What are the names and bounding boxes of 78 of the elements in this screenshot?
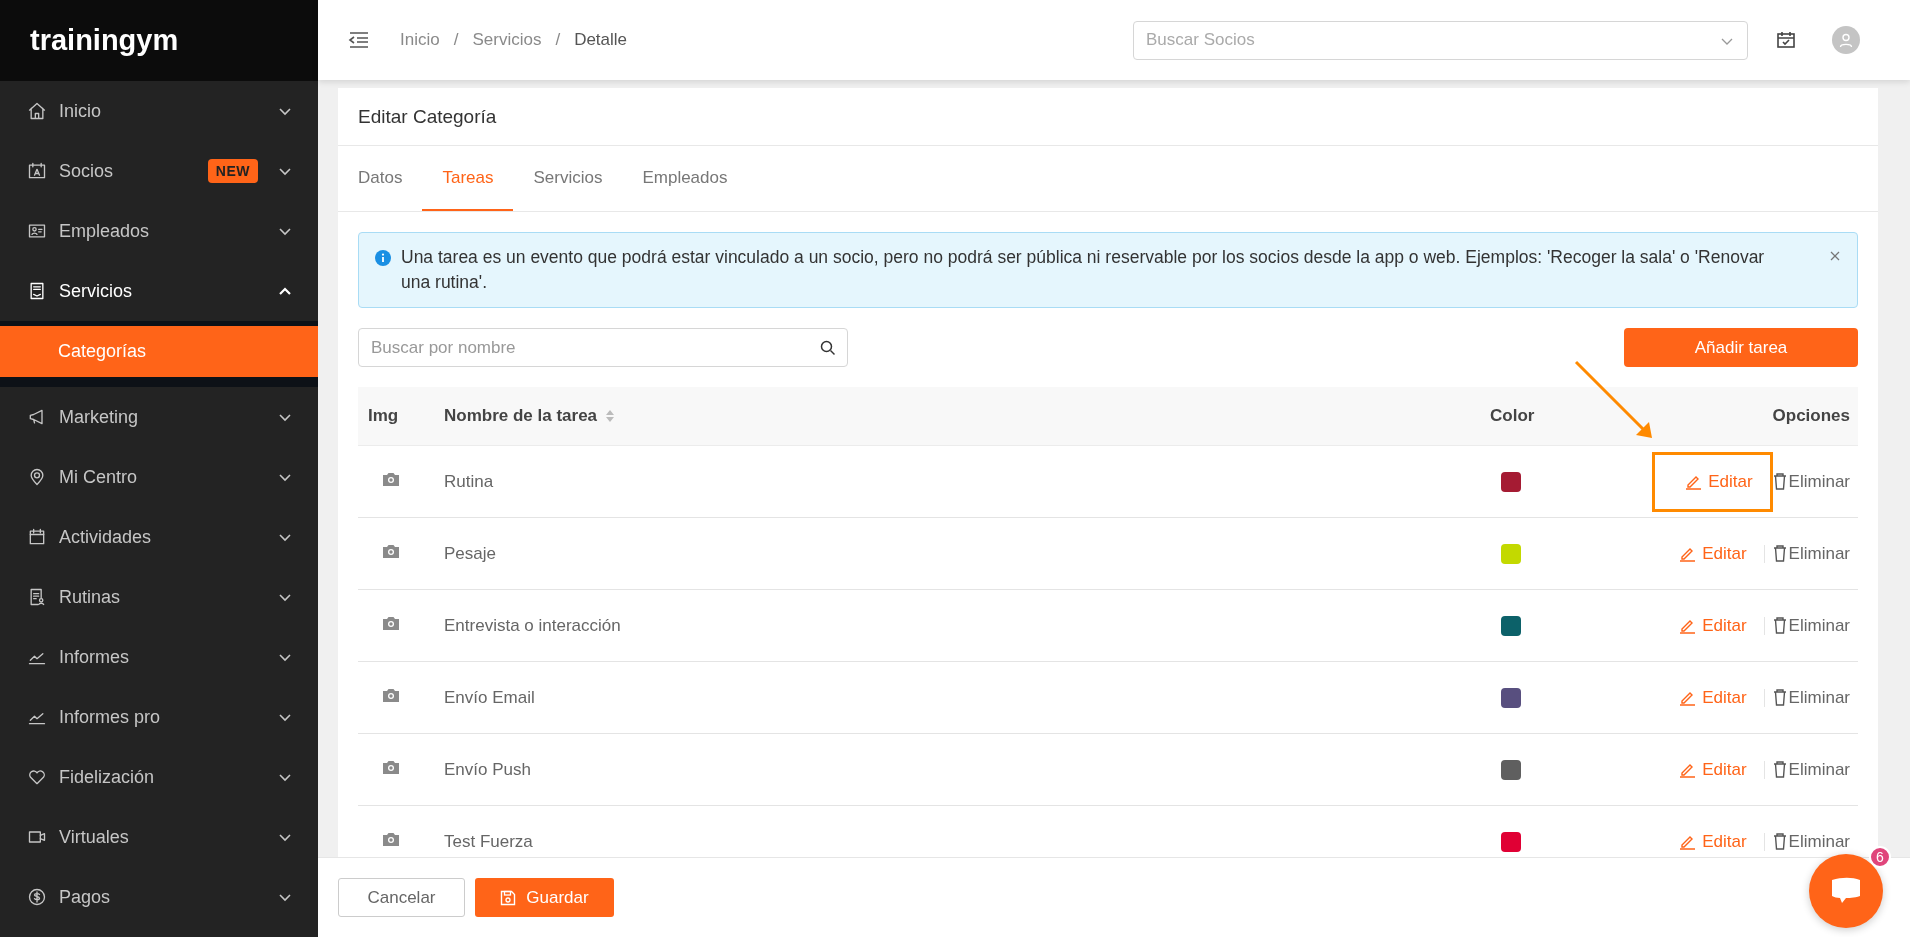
delete-link[interactable]: Eliminar: [1772, 615, 1850, 636]
name-search-field[interactable]: Buscar por nombre: [358, 328, 848, 367]
tab[interactable]: Servicios: [513, 146, 623, 211]
edit-link[interactable]: Editar: [1646, 667, 1767, 728]
close-icon[interactable]: [1829, 250, 1841, 262]
sidebar-item[interactable]: Actividades: [0, 507, 318, 567]
task-name: Envío Push: [444, 759, 531, 780]
sidebar-item[interactable]: Inicio: [0, 81, 318, 141]
edit-link[interactable]: Editar: [1646, 739, 1767, 800]
id-card-icon: [27, 161, 47, 181]
home-icon: [27, 101, 47, 121]
task-name: Entrevista o interacción: [444, 615, 621, 636]
camera-icon: [382, 759, 400, 775]
heart-icon: [27, 767, 47, 787]
column-header[interactable]: Nombre de la tarea: [444, 406, 616, 426]
sidebar-item[interactable]: Servicios: [0, 261, 318, 321]
column-header: Color: [1490, 406, 1535, 426]
tab[interactable]: Tareas: [422, 146, 514, 211]
search-icon: [820, 340, 836, 356]
breadcrumb-link[interactable]: Servicios: [472, 30, 542, 50]
tab[interactable]: Empleados: [622, 146, 748, 211]
delete-link[interactable]: Eliminar: [1772, 759, 1850, 780]
task-name: Test Fuerza: [444, 831, 533, 852]
sidebar-item[interactable]: Marketing: [0, 387, 318, 447]
task-name: Pesaje: [444, 543, 496, 564]
breadcrumb-separator: /: [453, 30, 459, 50]
breadcrumb-current: Detalle: [574, 30, 628, 50]
dollar-coin-icon: [27, 887, 47, 907]
camera-icon: [382, 471, 400, 487]
card-title: Editar Categoría: [338, 88, 1878, 146]
camera-icon: [382, 687, 400, 703]
sidebar-item[interactable]: Virtuales: [0, 807, 318, 867]
add-task-button[interactable]: Añadir tarea: [1624, 328, 1858, 367]
sidebar-item[interactable]: Socios NEW: [0, 141, 318, 201]
calendar-check-icon[interactable]: [1776, 30, 1796, 50]
delete-link[interactable]: Eliminar: [1772, 543, 1850, 564]
sidebar-subitem[interactable]: Categorías: [0, 326, 318, 377]
new-badge: NEW: [207, 159, 258, 183]
edit-link[interactable]: Editar: [1646, 523, 1767, 584]
trash-icon: [1772, 833, 1787, 850]
notification-badge: 6: [1869, 846, 1891, 868]
sidebar-item[interactable]: Empleados: [0, 201, 318, 261]
edit-link[interactable]: Editar: [1652, 451, 1773, 512]
task-name: Rutina: [444, 471, 494, 492]
trash-icon: [1772, 473, 1787, 490]
breadcrumb-link[interactable]: Inicio: [400, 30, 440, 50]
cancel-button[interactable]: Cancelar: [338, 878, 465, 917]
sidebar-item[interactable]: Fidelización: [0, 747, 318, 807]
trash-icon: [1772, 761, 1787, 778]
trash-icon: [1772, 545, 1787, 562]
trash-icon: [1772, 617, 1787, 634]
sidebar-item[interactable]: Rutinas: [0, 567, 318, 627]
trash-icon: [1772, 689, 1787, 706]
sidebar-item[interactable]: Informes: [0, 627, 318, 687]
column-header: Opciones: [1772, 406, 1850, 426]
calendar-icon: [27, 527, 47, 547]
task-name: Envío Email: [444, 687, 535, 708]
save-button[interactable]: Guardar: [475, 878, 614, 917]
sidebar-item[interactable]: Informes pro: [0, 687, 318, 747]
alert-message: Una tarea es un evento que podrá estar vinculado a un socio, pero no podrá ser pública ni reservable por los socios desde la app o web. Ejemplos: 'Recoger la sala' o 'Renovar una rutina'.: [401, 246, 1766, 294]
menu-collapse-icon[interactable]: [348, 29, 370, 51]
edit-link[interactable]: Editar: [1646, 595, 1767, 656]
camera-icon: [382, 831, 400, 847]
info-icon: [375, 250, 391, 266]
member-search-field[interactable]: Buscar Socios: [1133, 20, 1748, 60]
camera-icon: [382, 615, 400, 631]
breadcrumb-separator: /: [555, 30, 561, 50]
delete-link[interactable]: Eliminar: [1772, 687, 1850, 708]
sidebar-item[interactable]: Mi Centro: [0, 447, 318, 507]
delete-link[interactable]: Eliminar: [1772, 831, 1850, 852]
tab[interactable]: Datos: [338, 146, 423, 211]
sidebar-item[interactable]: Pagos: [0, 867, 318, 927]
edit-link[interactable]: Editar: [1646, 811, 1767, 857]
delete-link[interactable]: Eliminar: [1772, 471, 1850, 492]
logo: trainingym: [30, 24, 179, 57]
sort-icon: [605, 409, 616, 423]
column-header: Img: [368, 406, 399, 426]
camera-icon: [382, 543, 400, 559]
